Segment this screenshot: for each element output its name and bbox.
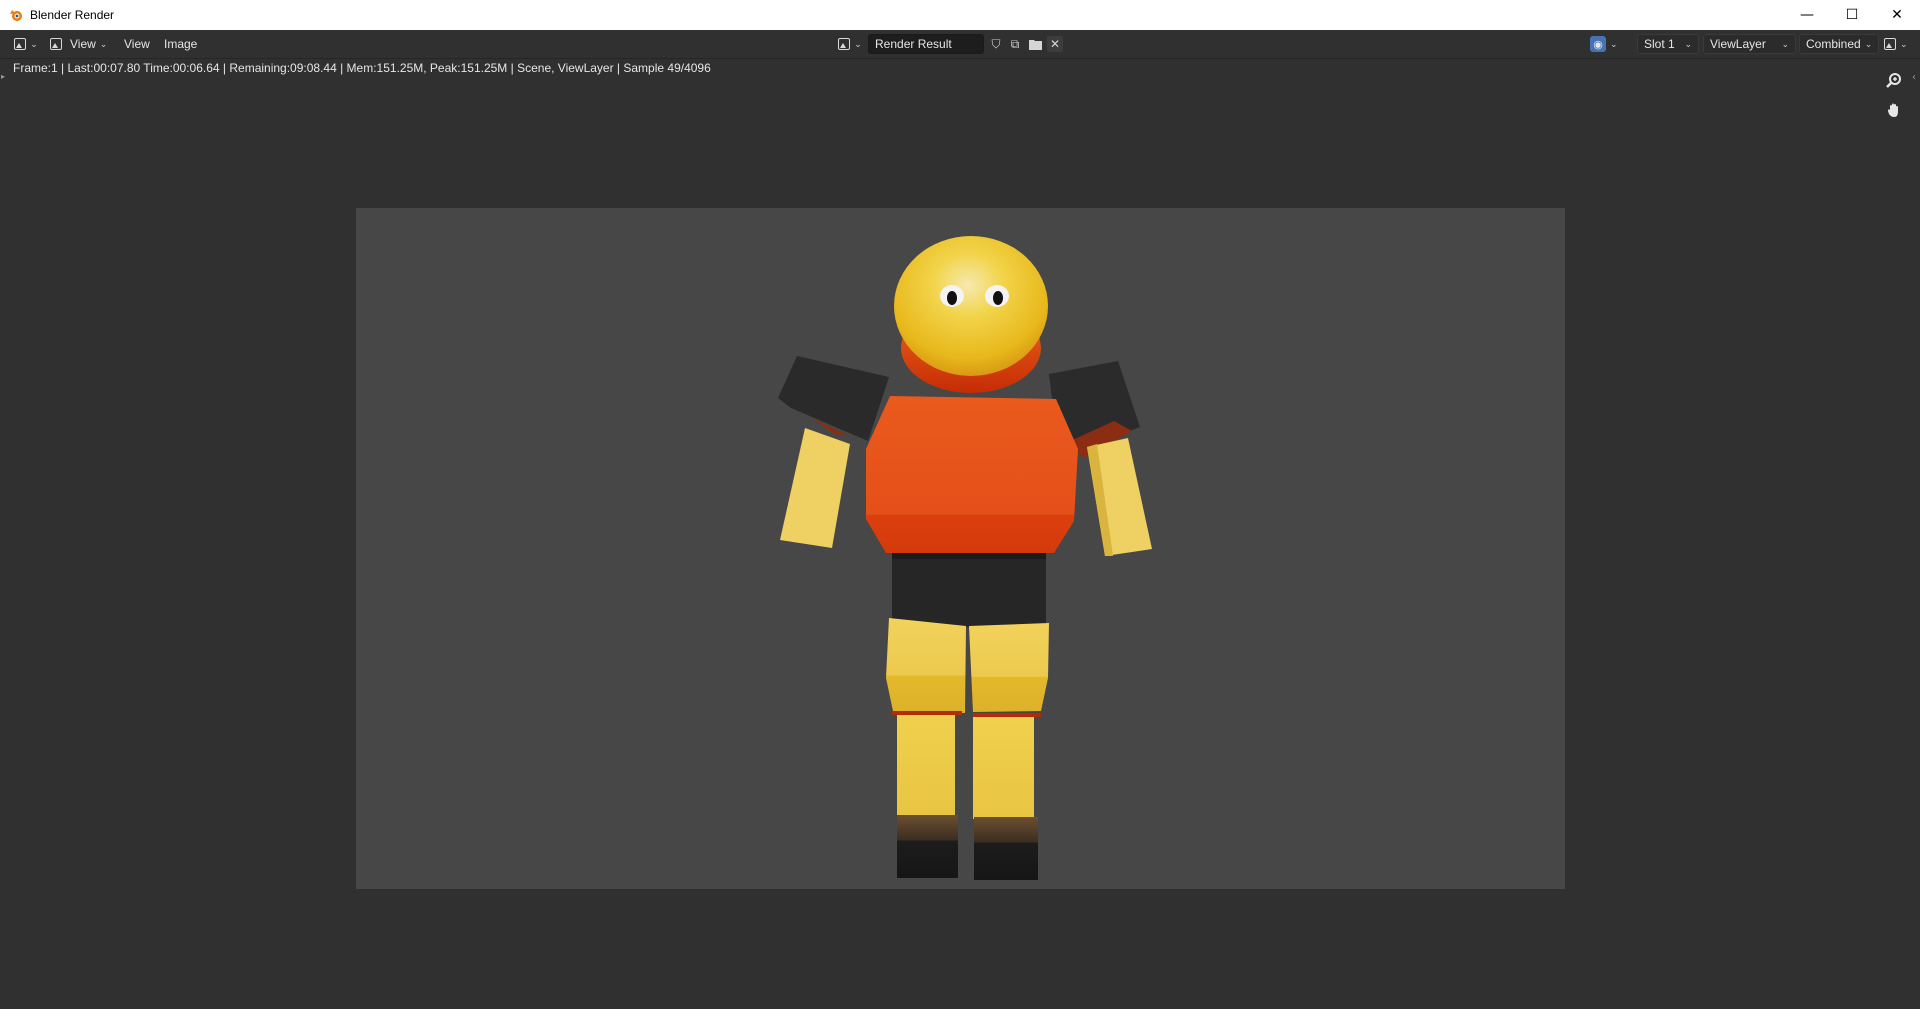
toolbar-expand-arrow-icon[interactable]: ▸	[1, 72, 7, 82]
left-shin	[897, 715, 955, 817]
chevron-down-icon: ⌄	[1610, 38, 1618, 49]
slot-label: Slot 1	[1644, 37, 1675, 51]
shorts-block	[892, 553, 1046, 627]
image-name-field[interactable]: Render Result	[868, 34, 984, 54]
duplicate-icon[interactable]: ⧉	[1007, 36, 1023, 52]
chevron-down-icon: ⌄	[30, 38, 38, 49]
image-editor-header: ⌄ View ⌄ View Image ⌄ Render Result ⛉ ⧉ …	[0, 30, 1920, 59]
display-channels-icon	[1884, 38, 1896, 50]
image-browse-button[interactable]: ⌄	[836, 34, 864, 54]
hand-icon[interactable]	[1882, 98, 1906, 122]
overlay-globe-icon: ◉	[1590, 36, 1606, 52]
view-layer-dropdown[interactable]: ViewLayer ⌄	[1703, 34, 1796, 54]
render-stats-text: Frame:1 | Last:00:07.80 Time:00:06.64 | …	[13, 61, 711, 75]
chevron-down-icon: ⌄	[1864, 38, 1873, 49]
blender-logo-icon	[8, 7, 24, 23]
image-mode-icon	[50, 38, 62, 50]
head-sphere	[894, 236, 1048, 376]
left-shoe	[897, 815, 958, 878]
overlay-dropdown[interactable]: ◉ ⌄	[1590, 34, 1622, 54]
sidebar-expand-arrow-icon[interactable]: ‹	[1912, 72, 1920, 83]
torso-block	[866, 396, 1078, 553]
window-title: Blender Render	[30, 8, 115, 22]
slot-dropdown[interactable]: Slot 1 ⌄	[1637, 34, 1699, 54]
view-layer-label: ViewLayer	[1710, 37, 1766, 51]
chevron-down-icon: ⌄	[1900, 38, 1908, 49]
zoom-icon[interactable]	[1882, 68, 1906, 92]
left-thigh	[886, 618, 966, 713]
right-thigh	[969, 623, 1049, 712]
editor-type-dropdown[interactable]: ⌄	[12, 34, 40, 54]
render-pass-label: Combined	[1806, 37, 1861, 51]
menu-image[interactable]: Image	[164, 34, 197, 54]
render-result-image[interactable]	[356, 208, 1565, 889]
shield-icon[interactable]: ⛉	[988, 36, 1004, 52]
view-mode-label: View	[70, 37, 96, 51]
view-mode-dropdown[interactable]: View ⌄	[50, 34, 107, 54]
close-window-button[interactable]: ✕	[1874, 0, 1920, 30]
render-image	[778, 236, 1152, 880]
chevron-down-icon: ⌄	[854, 38, 862, 49]
display-channels-dropdown[interactable]: ⌄	[1884, 34, 1912, 54]
chevron-down-icon: ⌄	[1781, 38, 1789, 49]
image-browse-icon	[838, 38, 851, 50]
render-pass-dropdown[interactable]: Combined ⌄	[1799, 34, 1879, 54]
chevron-down-icon: ⌄	[1684, 38, 1692, 49]
minimize-button[interactable]: —	[1784, 0, 1830, 30]
folder-icon[interactable]	[1027, 36, 1043, 52]
maximize-button[interactable]: ☐	[1829, 0, 1875, 30]
image-editor-icon	[14, 38, 27, 50]
chevron-down-icon: ⌄	[99, 38, 108, 49]
close-icon[interactable]: ✕	[1047, 36, 1063, 52]
menu-view[interactable]: View	[124, 34, 150, 54]
right-shoe	[974, 817, 1038, 880]
right-shin	[973, 717, 1034, 819]
window-titlebar: Blender Render — ☐ ✕	[0, 0, 1920, 30]
